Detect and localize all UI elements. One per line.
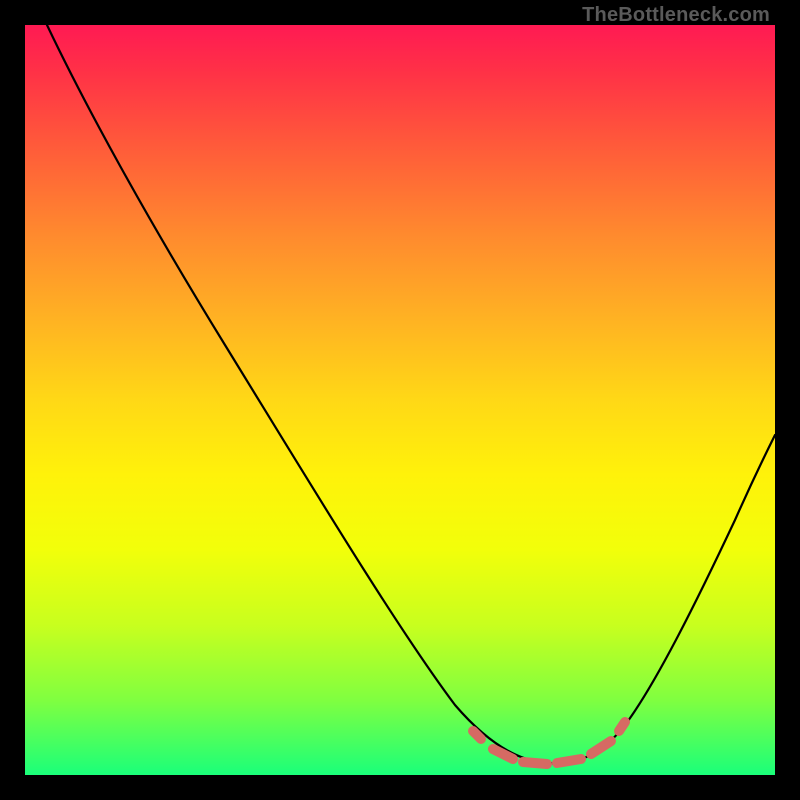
curve-svg	[25, 25, 775, 775]
bottleneck-curve	[47, 25, 775, 763]
watermark-text: TheBottleneck.com	[582, 4, 770, 27]
chart-container: TheBottleneck.com	[0, 0, 800, 800]
plot-area	[25, 25, 775, 775]
